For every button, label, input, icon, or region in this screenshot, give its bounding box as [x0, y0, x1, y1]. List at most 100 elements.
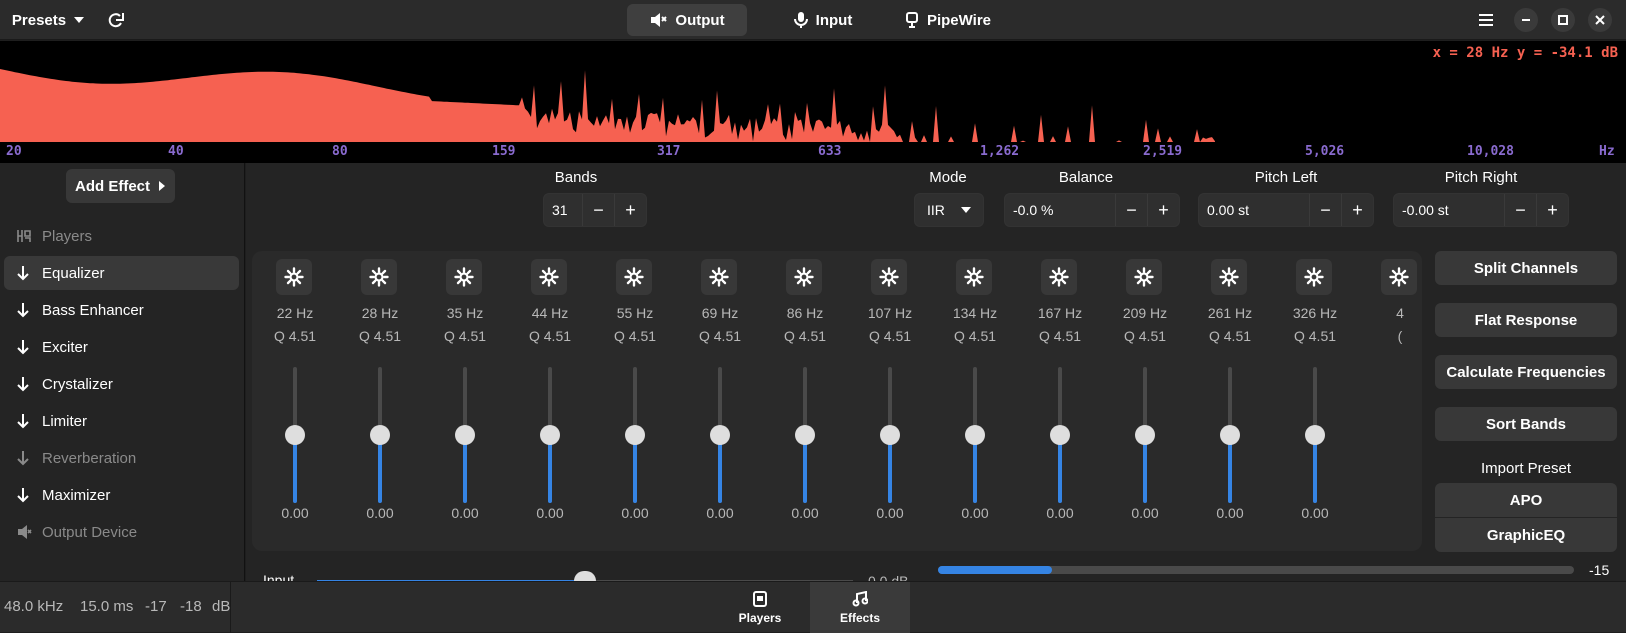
band-settings-gear-icon[interactable] [531, 259, 567, 295]
band-frequency[interactable]: 261 Hz [1190, 305, 1270, 321]
band-frequency[interactable]: 69 Hz [680, 305, 760, 321]
band-settings-gear-icon[interactable] [1126, 259, 1162, 295]
mode-dropdown[interactable]: IIR [914, 193, 984, 227]
add-effect-button[interactable]: Add Effect [66, 169, 175, 203]
sort-bands-button[interactable]: Sort Bands [1435, 407, 1617, 441]
import-graphiceq-button[interactable]: GraphicEQ [1435, 518, 1617, 552]
presets-menu-button[interactable]: Presets [4, 4, 94, 36]
main-menu-icon[interactable] [1470, 4, 1502, 36]
header-bar: Presets Output Input PipeWire [0, 0, 1626, 40]
view-switcher-effects-label: Effects [839, 610, 880, 625]
view-switcher-effects[interactable]: Effects [810, 582, 910, 633]
band-settings-gear-icon[interactable] [276, 259, 312, 295]
band-frequency[interactable]: 326 Hz [1275, 305, 1355, 321]
band-frequency[interactable]: 44 Hz [510, 305, 590, 321]
band-frequency[interactable]: 167 Hz [1020, 305, 1100, 321]
band-frequency[interactable]: 35 Hz [425, 305, 505, 321]
band-gain-knob[interactable] [625, 425, 645, 445]
band-settings-gear-icon[interactable] [1381, 259, 1417, 295]
band-frequency[interactable]: 22 Hz [255, 305, 335, 321]
sidebar-item-players[interactable]: Players [4, 219, 239, 253]
band-frequency[interactable]: 4 [1360, 305, 1422, 321]
view-switcher-players[interactable]: Players [710, 582, 810, 633]
calculate-frequencies-button[interactable]: Calculate Frequencies [1435, 355, 1617, 389]
band-quality[interactable]: Q 4.51 [850, 328, 930, 344]
band-settings-gear-icon[interactable] [786, 259, 822, 295]
band-settings-gear-icon[interactable] [361, 259, 397, 295]
band-settings-gear-icon[interactable] [956, 259, 992, 295]
band-settings-gear-icon[interactable] [616, 259, 652, 295]
sidebar-item-bass-enhancer[interactable]: Bass Enhancer [4, 293, 239, 327]
bands-increase-button[interactable]: + [614, 194, 646, 226]
close-icon[interactable] [1588, 8, 1612, 32]
band-frequency[interactable]: 209 Hz [1105, 305, 1185, 321]
sidebar-item-limiter[interactable]: Limiter [4, 404, 239, 438]
balance-spinbutton[interactable]: -0.0 % − + [1004, 193, 1180, 227]
band-quality[interactable]: Q 4.51 [1105, 328, 1185, 344]
bands-decrease-button[interactable]: − [582, 194, 614, 226]
band-gain-knob[interactable] [1135, 425, 1155, 445]
tab-pipewire[interactable]: PipeWire [884, 4, 1012, 36]
band-frequency[interactable]: 134 Hz [935, 305, 1015, 321]
band-quality[interactable]: Q 4.51 [510, 328, 590, 344]
band-quality[interactable]: Q 4.51 [595, 328, 675, 344]
sidebar-item-reverberation[interactable]: Reverberation [4, 441, 239, 475]
bands-spinbutton[interactable]: 31 − + [543, 193, 647, 227]
balance-increase-button[interactable]: + [1147, 194, 1179, 226]
balance-decrease-button[interactable]: − [1115, 194, 1147, 226]
flat-response-button[interactable]: Flat Response [1435, 303, 1617, 337]
band-quality[interactable]: Q 4.51 [1190, 328, 1270, 344]
band-quality[interactable]: ( [1360, 328, 1422, 344]
band-gain-knob[interactable] [965, 425, 985, 445]
import-apo-button[interactable]: APO [1435, 483, 1617, 517]
band-quality[interactable]: Q 4.51 [680, 328, 760, 344]
band-gain-knob[interactable] [370, 425, 390, 445]
pitch-right-decrease-button[interactable]: − [1504, 194, 1536, 226]
band-settings-gear-icon[interactable] [701, 259, 737, 295]
band-quality[interactable]: Q 4.51 [340, 328, 420, 344]
band-frequency[interactable]: 107 Hz [850, 305, 930, 321]
band-quality[interactable]: Q 4.51 [765, 328, 845, 344]
tab-output[interactable]: Output [627, 4, 747, 36]
band-settings-gear-icon[interactable] [1296, 259, 1332, 295]
band-quality[interactable]: Q 4.51 [425, 328, 505, 344]
undo-icon[interactable] [100, 4, 132, 36]
band-frequency[interactable]: 86 Hz [765, 305, 845, 321]
sidebar-item-exciter[interactable]: Exciter [4, 330, 239, 364]
pitch-right-increase-button[interactable]: + [1536, 194, 1568, 226]
spectrum-analyzer[interactable]: x = 28 Hz y = -34.1 dB 20 40 80 159 317 633 1,… [0, 41, 1626, 163]
sidebar-item-maximizer[interactable]: Maximizer [4, 478, 239, 512]
band-gain-knob[interactable] [285, 425, 305, 445]
band-gain-knob[interactable] [1305, 425, 1325, 445]
band-gain-knob[interactable] [710, 425, 730, 445]
band-settings-gear-icon[interactable] [446, 259, 482, 295]
band-gain-knob[interactable] [1220, 425, 1240, 445]
band-settings-gear-icon[interactable] [1211, 259, 1247, 295]
band-settings-gear-icon[interactable] [1041, 259, 1077, 295]
band-quality[interactable]: Q 4.51 [255, 328, 335, 344]
band-gain-knob[interactable] [880, 425, 900, 445]
sidebar-item-crystalizer[interactable]: Crystalizer [4, 367, 239, 401]
sidebar-item-output-device[interactable]: Output Device [4, 515, 239, 549]
band-settings-gear-icon[interactable] [871, 259, 907, 295]
split-channels-button[interactable]: Split Channels [1435, 251, 1617, 285]
pitch-left-spinbutton[interactable]: 0.00 st − + [1198, 193, 1374, 227]
arrow-down-icon [16, 376, 34, 392]
pitch-left-decrease-button[interactable]: − [1309, 194, 1341, 226]
band-quality[interactable]: Q 4.51 [1275, 328, 1355, 344]
maximize-icon[interactable] [1551, 8, 1575, 32]
pitch-left-increase-button[interactable]: + [1341, 194, 1373, 226]
band-gain-knob[interactable] [1050, 425, 1070, 445]
band-frequency[interactable]: 28 Hz [340, 305, 420, 321]
band-gain-knob[interactable] [455, 425, 475, 445]
band-quality[interactable]: Q 4.51 [935, 328, 1015, 344]
sidebar-item-equalizer[interactable]: Equalizer [4, 256, 239, 290]
band-quality[interactable]: Q 4.51 [1020, 328, 1100, 344]
band-frequency[interactable]: 55 Hz [595, 305, 675, 321]
pitch-right-spinbutton[interactable]: -0.00 st − + [1393, 193, 1569, 227]
minimize-icon[interactable] [1514, 8, 1538, 32]
tab-input[interactable]: Input [773, 4, 873, 36]
band-gain-knob[interactable] [540, 425, 560, 445]
pitch-right-label: Pitch Right [1444, 169, 1518, 186]
band-gain-knob[interactable] [795, 425, 815, 445]
